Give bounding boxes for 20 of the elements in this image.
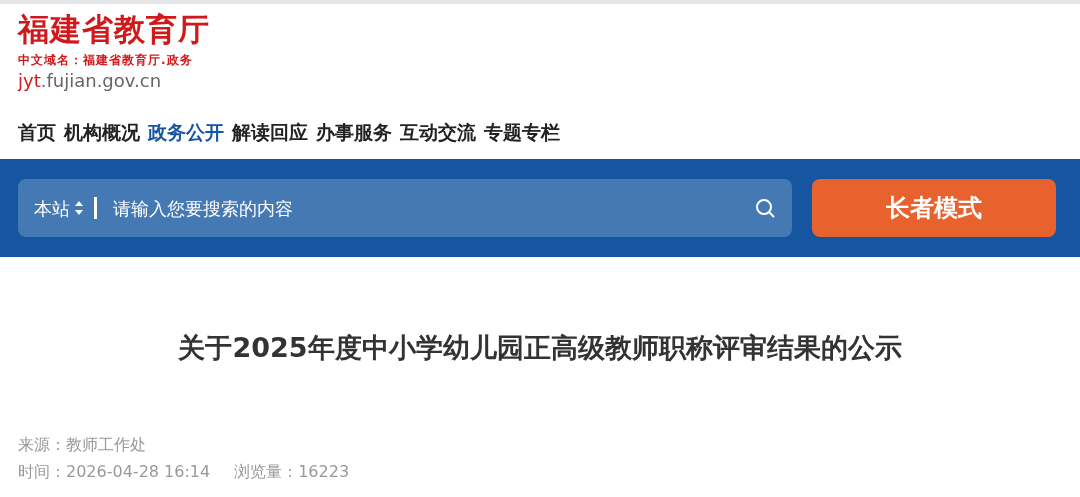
article-title: 关于2025年度中小学幼儿园正高级教师职称评审结果的公示	[177, 332, 903, 365]
domain-suffix: .fujian.gov.cn	[40, 70, 162, 91]
nav-tab[interactable]: 办事服务	[316, 117, 392, 147]
search-field[interactable]: 本站 请输入您要搜索的内容	[18, 179, 792, 238]
nav-tab[interactable]: 专题专栏	[484, 117, 560, 147]
domain-name: 中文域名：福建省教育厅.政务	[18, 53, 193, 67]
nav-tab[interactable]: 政务公开	[148, 117, 224, 147]
nav-tab[interactable]: 首页	[18, 117, 56, 147]
nav-tab[interactable]: 机构概况	[64, 117, 140, 147]
scope-selector[interactable]: 本站	[34, 194, 70, 222]
publish-time: 时间：2026-04-28 16:14	[18, 461, 211, 481]
site-title: 福建省教育厅	[18, 12, 210, 47]
nav-tab[interactable]: 解读回应	[232, 117, 308, 147]
nav-tab[interactable]: 互动交流	[400, 117, 476, 147]
view-count: 浏览量：16223	[234, 461, 350, 481]
search-input[interactable]: 请输入您要搜索的内容	[111, 193, 754, 223]
article-source: 来源：教师工作处	[18, 434, 146, 454]
search-icon[interactable]	[754, 197, 776, 220]
sort-icon	[74, 200, 84, 217]
domain-prefix: jyt	[18, 70, 41, 91]
